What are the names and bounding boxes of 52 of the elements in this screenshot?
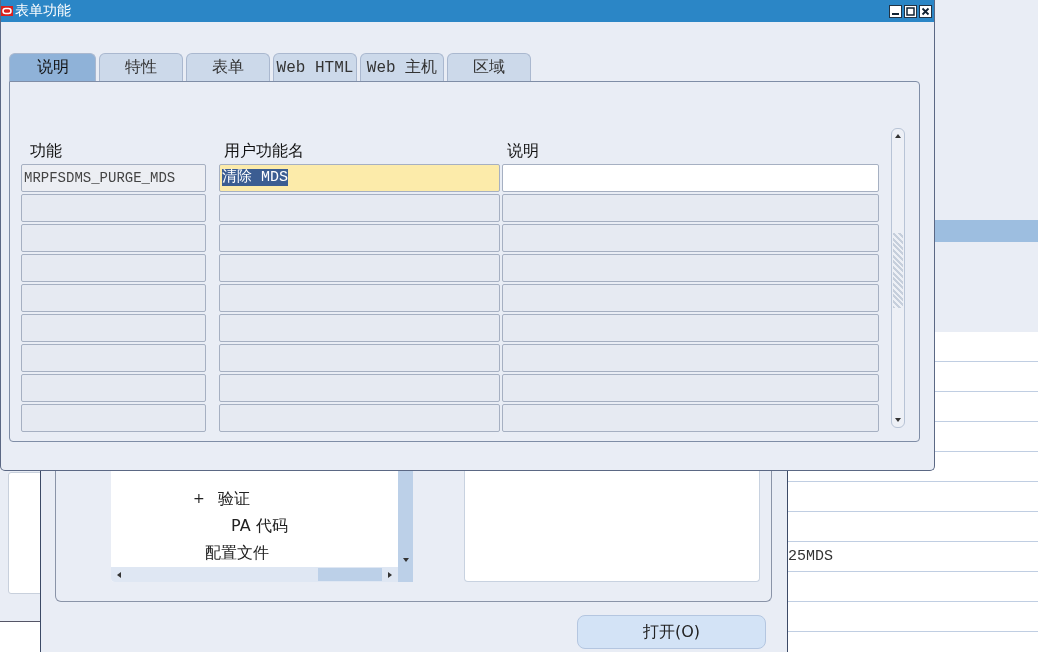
table-cell[interactable]: [502, 404, 879, 432]
tree-item[interactable]: 配置文件: [205, 543, 269, 562]
open-button[interactable]: 打开(O): [577, 615, 766, 649]
table-cell[interactable]: [219, 194, 500, 222]
tab[interactable]: 说明: [9, 53, 96, 81]
column-header: 功能: [29, 141, 63, 162]
table-cell[interactable]: [502, 194, 879, 222]
table-cell[interactable]: [21, 404, 206, 432]
record-text: 25MDS: [788, 548, 833, 565]
table-cell[interactable]: [502, 224, 879, 252]
table-cell[interactable]: [502, 344, 879, 372]
tab[interactable]: 表单: [186, 53, 270, 81]
table-cell[interactable]: [21, 224, 206, 252]
vertical-scrollbar[interactable]: [891, 128, 905, 428]
table-cell[interactable]: [219, 254, 500, 282]
expand-toggle[interactable]: +: [193, 485, 205, 512]
app-logo-icon: [1, 5, 13, 17]
table-cell[interactable]: [21, 194, 206, 222]
table-cell[interactable]: [21, 284, 206, 312]
table-cell[interactable]: [219, 344, 500, 372]
tab[interactable]: Web 主机: [360, 53, 444, 81]
tab[interactable]: 区域: [447, 53, 531, 81]
table-cell[interactable]: [502, 314, 879, 342]
record-row[interactable]: 25MDS: [788, 542, 1038, 572]
minimize-icon[interactable]: [889, 4, 902, 18]
table-cell[interactable]: [502, 374, 879, 402]
table-cell[interactable]: [21, 254, 206, 282]
maximize-icon[interactable]: [904, 4, 917, 18]
tab[interactable]: 特性: [99, 53, 183, 81]
column-header: 用户功能名: [223, 141, 305, 162]
table-cell[interactable]: [219, 284, 500, 312]
close-icon[interactable]: [919, 4, 932, 18]
table-cell[interactable]: [219, 404, 500, 432]
list-panel: [0, 621, 40, 652]
table-cell[interactable]: MRPFSDMS_PURGE_MDS: [21, 164, 206, 192]
input-field[interactable]: [502, 164, 879, 192]
table-cell[interactable]: [219, 224, 500, 252]
tab[interactable]: Web HTML: [273, 53, 357, 81]
column-header: 说明: [506, 141, 539, 162]
table-cell[interactable]: [21, 314, 206, 342]
table-cell[interactable]: [502, 254, 879, 282]
table-cell[interactable]: [502, 284, 879, 312]
table-cell[interactable]: [219, 374, 500, 402]
tree-item[interactable]: 验证: [218, 489, 250, 508]
tree-item[interactable]: PA 代码: [231, 516, 288, 535]
scroll-thumb[interactable]: [893, 233, 903, 308]
table-cell[interactable]: [21, 374, 206, 402]
table-cell[interactable]: [21, 344, 206, 372]
table-cell[interactable]: [219, 314, 500, 342]
input-field[interactable]: 清除 MDS: [219, 164, 500, 192]
window-title: 表单功能: [15, 2, 71, 20]
horizontal-scrollbar[interactable]: [111, 567, 398, 582]
